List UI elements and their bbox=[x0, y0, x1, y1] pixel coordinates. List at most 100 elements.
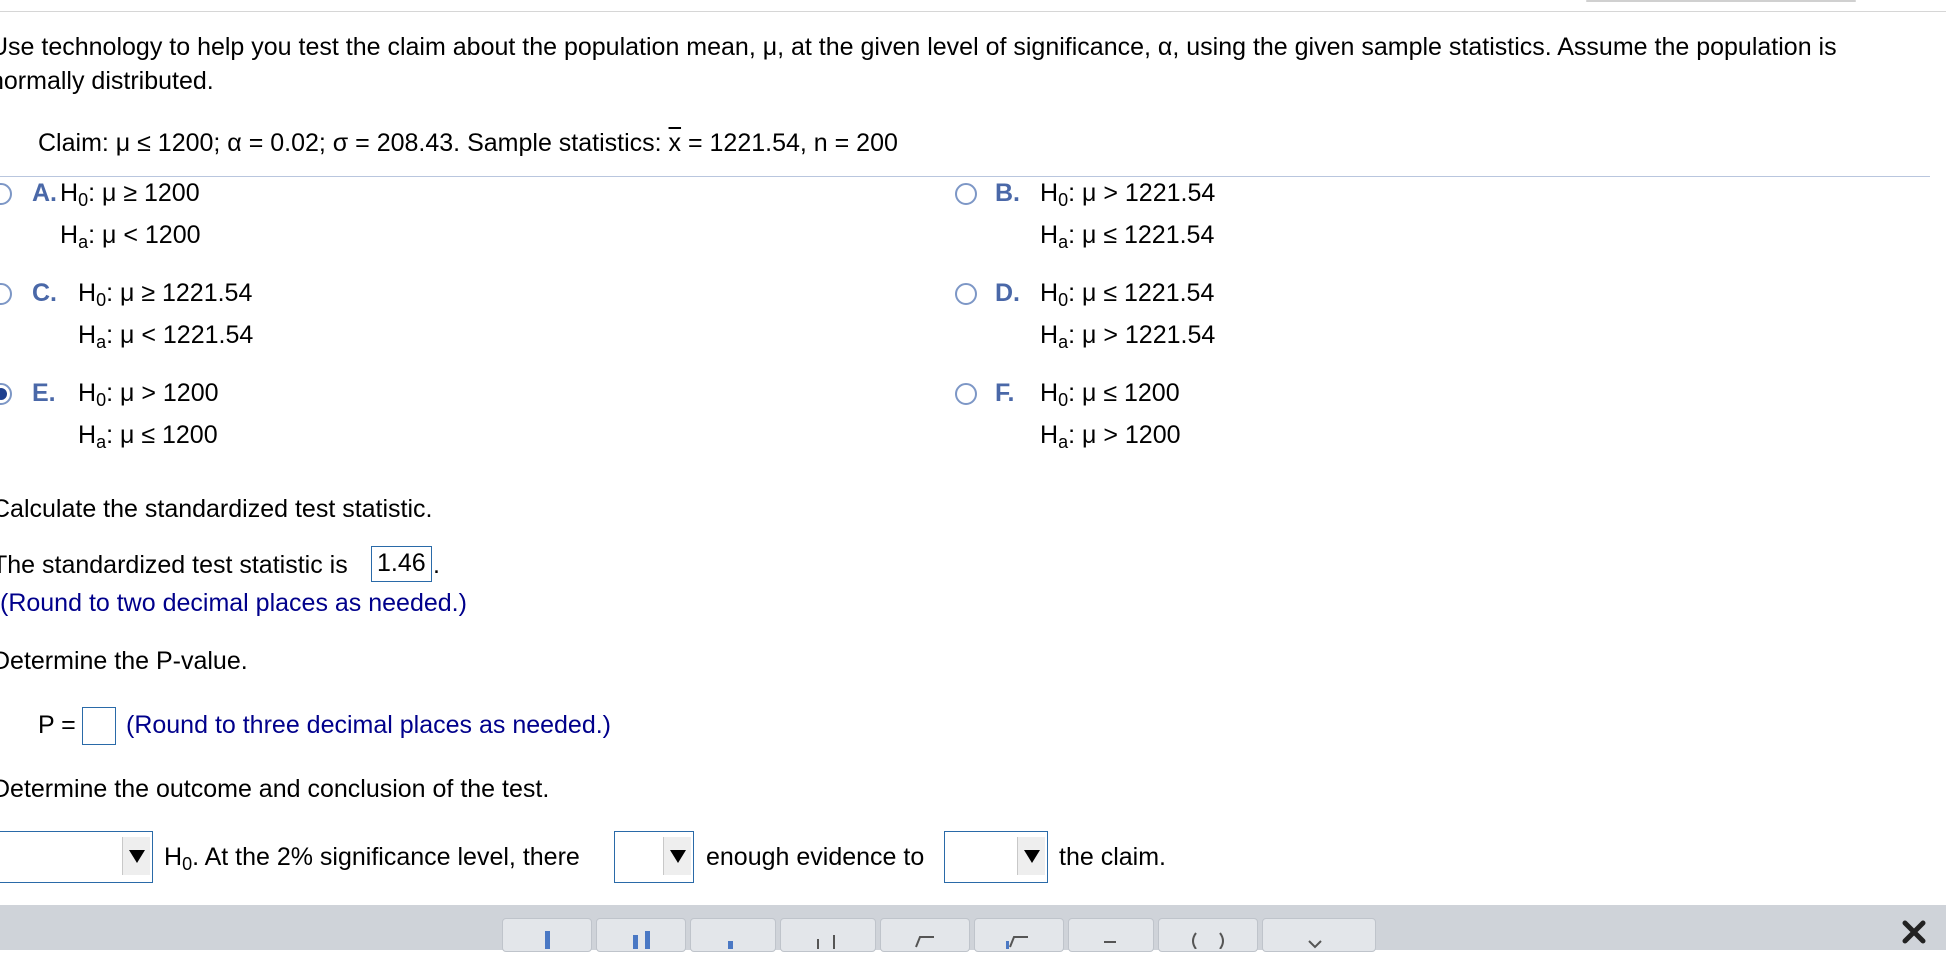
h0-value: μ ≥ 1221.54 bbox=[119, 279, 253, 307]
colon: : bbox=[106, 321, 114, 349]
decision-dropdown[interactable] bbox=[0, 831, 153, 883]
toolbar-button-fraction[interactable] bbox=[502, 918, 592, 952]
h0-subscript: 0 bbox=[182, 854, 193, 874]
option-letter[interactable]: C. bbox=[32, 278, 57, 308]
colon: : bbox=[106, 279, 114, 307]
toolbar-button-absolute[interactable] bbox=[1068, 918, 1154, 952]
h-subscript: a bbox=[96, 332, 107, 352]
conclusion-prompt: Determine the outcome and conclusion of … bbox=[0, 775, 550, 803]
option-radio-c[interactable] bbox=[0, 283, 12, 305]
claim-action-dropdown[interactable] bbox=[944, 831, 1048, 883]
subscript-icon bbox=[813, 929, 843, 954]
toolbar-button-subscript[interactable] bbox=[780, 918, 876, 952]
claim-text: Claim: μ ≤ 1200; α = 0.02; σ = 208.43. S… bbox=[38, 128, 898, 158]
h-subscript: a bbox=[96, 432, 107, 452]
options-divider bbox=[0, 176, 1930, 177]
colon: : bbox=[1068, 221, 1076, 249]
ha-value: μ ≤ 1200 bbox=[119, 421, 218, 449]
toolbar-button-nth-root[interactable] bbox=[974, 918, 1064, 952]
dropdown-arrow-icon[interactable] bbox=[122, 837, 150, 875]
colon: : bbox=[1068, 321, 1076, 349]
h-symbol: H bbox=[60, 179, 79, 207]
option-h0: H0: μ > 1221.54 bbox=[1040, 178, 1215, 209]
toolbar-button-parentheses[interactable] bbox=[1158, 918, 1258, 952]
conclusion-text-1-body: . At the 2% significance level, there bbox=[192, 843, 580, 871]
colon: : bbox=[88, 221, 96, 249]
conclusion-text-1: H0. At the 2% significance level, there bbox=[164, 842, 580, 874]
test-statistic-answer-box[interactable]: 1.46 bbox=[371, 546, 432, 582]
claim-suffix: = 1221.54, n = 200 bbox=[681, 129, 898, 157]
h0-value: μ ≤ 1221.54 bbox=[1081, 279, 1215, 307]
close-icon[interactable] bbox=[1900, 918, 1928, 946]
option-h0: H0: μ > 1200 bbox=[78, 378, 219, 410]
option-letter[interactable]: D. bbox=[995, 278, 1020, 308]
h0-value: μ ≤ 1200 bbox=[1081, 379, 1180, 407]
h0-value: μ ≥ 1200 bbox=[101, 179, 200, 207]
option-h0: H0: μ ≥ 1200 bbox=[60, 178, 200, 210]
p-value-label: P = bbox=[38, 711, 76, 739]
option-radio-a[interactable] bbox=[0, 183, 12, 205]
top-divider bbox=[0, 11, 1946, 12]
dropdown-arrow-icon[interactable] bbox=[1017, 837, 1045, 875]
question-line-2: normally distributed. bbox=[0, 67, 214, 95]
colon: : bbox=[1068, 179, 1076, 207]
h-symbol: H bbox=[1040, 379, 1059, 407]
toolbar-button-exponent[interactable] bbox=[690, 918, 776, 952]
option-ha: Ha: μ < 1221.54 bbox=[78, 320, 253, 352]
evidence-dropdown[interactable] bbox=[614, 831, 694, 883]
conclusion-text-2: enough evidence to bbox=[706, 843, 925, 871]
exponent-icon bbox=[718, 929, 748, 954]
colon: : bbox=[1068, 279, 1076, 307]
h-subscript: 0 bbox=[96, 390, 107, 410]
h-symbol: H bbox=[78, 421, 97, 449]
option-letter[interactable]: E. bbox=[32, 378, 56, 408]
option-letter[interactable]: A. bbox=[32, 178, 57, 208]
ha-value: μ < 1200 bbox=[101, 221, 201, 249]
h-subscript: 0 bbox=[96, 290, 107, 310]
option-radio-f[interactable] bbox=[955, 383, 977, 405]
h-symbol: H bbox=[78, 279, 97, 307]
h-subscript: a bbox=[1058, 432, 1069, 452]
conclusion-text-3: the claim. bbox=[1059, 843, 1166, 871]
h-symbol: H bbox=[1040, 421, 1059, 449]
absolute-value-icon bbox=[1096, 929, 1126, 954]
h-subscript: 0 bbox=[1058, 290, 1069, 310]
option-h0: H0: μ ≤ 1200 bbox=[1040, 378, 1180, 409]
ha-value: μ > 1200 bbox=[1081, 421, 1181, 449]
option-radio-d[interactable] bbox=[955, 283, 977, 305]
option-radio-e[interactable] bbox=[0, 383, 12, 405]
option-ha: Ha: μ > 1200 bbox=[1040, 420, 1181, 452]
option-letter[interactable]: F. bbox=[995, 378, 1014, 408]
toolbar-button-more[interactable] bbox=[1262, 918, 1376, 952]
parentheses-icon bbox=[1188, 929, 1228, 954]
h-subscript: a bbox=[1058, 232, 1069, 252]
h0-symbol: H bbox=[164, 843, 183, 871]
p-value-input[interactable] bbox=[82, 707, 116, 745]
ha-value: μ > 1221.54 bbox=[1081, 321, 1216, 349]
h-symbol: H bbox=[1040, 279, 1059, 307]
option-ha: Ha: μ > 1221.54 bbox=[1040, 320, 1216, 351]
claim-prefix: Claim: μ ≤ 1200; α = 0.02; σ = 208.43. S… bbox=[38, 129, 669, 157]
h-symbol: H bbox=[1040, 179, 1059, 207]
option-ha: Ha: μ ≤ 1221.54 bbox=[1040, 220, 1214, 252]
colon: : bbox=[106, 379, 114, 407]
h-symbol: H bbox=[60, 221, 79, 249]
h-subscript: a bbox=[78, 232, 89, 252]
h0-value: μ > 1200 bbox=[119, 379, 219, 407]
sqrt-icon bbox=[910, 929, 940, 954]
test-statistic-answer-line: The standardized test statistic is bbox=[0, 550, 348, 580]
h-subscript: 0 bbox=[78, 190, 89, 210]
p-value-hint: (Round to three decimal places as needed… bbox=[126, 711, 612, 739]
option-radio-b[interactable] bbox=[955, 183, 977, 205]
colon: : bbox=[1068, 421, 1076, 449]
test-statistic-suffix: . bbox=[433, 551, 440, 579]
toolbar-button-sqrt[interactable] bbox=[880, 918, 970, 952]
p-value-prompt: Determine the P-value. bbox=[0, 647, 248, 675]
toolbar-button-mixed-number[interactable] bbox=[596, 918, 686, 952]
option-ha: Ha: μ ≤ 1200 bbox=[78, 420, 218, 452]
mixed-number-icon bbox=[621, 929, 661, 954]
option-h0: H0: μ ≥ 1221.54 bbox=[78, 278, 253, 310]
colon: : bbox=[1068, 379, 1076, 407]
option-letter[interactable]: B. bbox=[995, 178, 1020, 208]
dropdown-arrow-icon[interactable] bbox=[663, 837, 691, 875]
